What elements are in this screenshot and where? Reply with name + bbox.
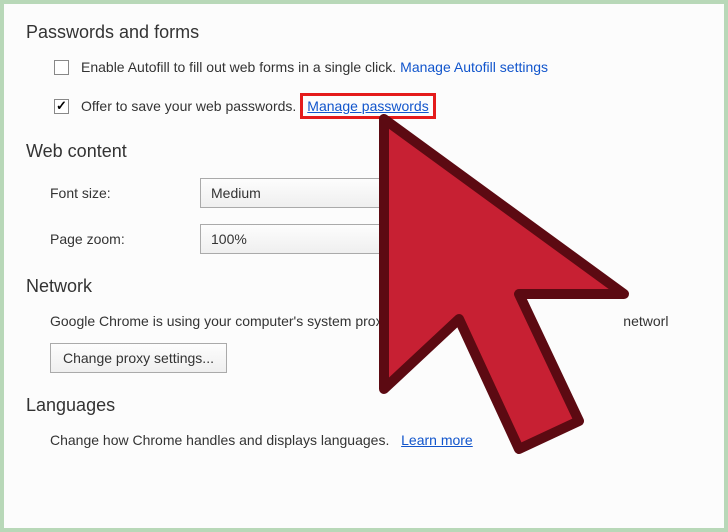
font-size-label: Font size: <box>50 185 200 201</box>
section-passwords-forms: Passwords and forms Enable Autofill to f… <box>26 22 702 119</box>
change-proxy-button[interactable]: Change proxy settings... <box>50 343 227 373</box>
save-passwords-row: Offer to save your web passwords. Manage… <box>54 93 702 119</box>
section-title-web-content: Web content <box>26 141 702 162</box>
autofill-label: Enable Autofill to fill out web forms in… <box>81 59 396 75</box>
manage-autofill-link[interactable]: Manage Autofill settings <box>400 59 548 75</box>
customize-fonts-button[interactable]: Cu <box>412 178 456 208</box>
network-desc-part1: Google Chrome is using your computer's s… <box>50 313 412 329</box>
section-web-content: Web content Font size: Medium Cu Page zo… <box>26 141 702 254</box>
section-title-network: Network <box>26 276 702 297</box>
network-desc-part2: on <box>500 313 516 329</box>
font-size-select[interactable]: Medium <box>200 178 400 208</box>
languages-learn-more-link[interactable]: Learn more <box>401 432 473 448</box>
manage-passwords-highlight: Manage passwords <box>300 93 435 119</box>
autofill-checkbox[interactable] <box>54 60 69 75</box>
save-passwords-checkbox[interactable] <box>54 99 69 114</box>
customize-fonts-label: Cu <box>425 185 443 201</box>
section-title-languages: Languages <box>26 395 702 416</box>
page-zoom-value: 100% <box>211 231 247 247</box>
languages-description: Change how Chrome handles and displays l… <box>50 432 389 448</box>
manage-passwords-link[interactable]: Manage passwords <box>307 98 428 114</box>
section-languages: Languages Change how Chrome handles and … <box>26 395 702 448</box>
page-zoom-label: Page zoom: <box>50 231 200 247</box>
page-zoom-select[interactable]: 100% <box>200 224 400 254</box>
change-proxy-label: Change proxy settings... <box>63 350 214 366</box>
settings-panel: Passwords and forms Enable Autofill to f… <box>4 4 724 528</box>
network-desc-part3: networl <box>623 313 668 329</box>
save-passwords-label: Offer to save your web passwords. <box>81 98 296 114</box>
page-zoom-row: Page zoom: 100% <box>50 224 702 254</box>
font-size-value: Medium <box>211 185 261 201</box>
autofill-row: Enable Autofill to fill out web forms in… <box>54 59 702 75</box>
languages-description-row: Change how Chrome handles and displays l… <box>50 432 702 448</box>
section-title-passwords: Passwords and forms <box>26 22 702 43</box>
section-network: Network Google Chrome is using your comp… <box>26 276 702 373</box>
font-size-row: Font size: Medium Cu <box>50 178 702 208</box>
network-description: Google Chrome is using your computer's s… <box>50 313 702 329</box>
